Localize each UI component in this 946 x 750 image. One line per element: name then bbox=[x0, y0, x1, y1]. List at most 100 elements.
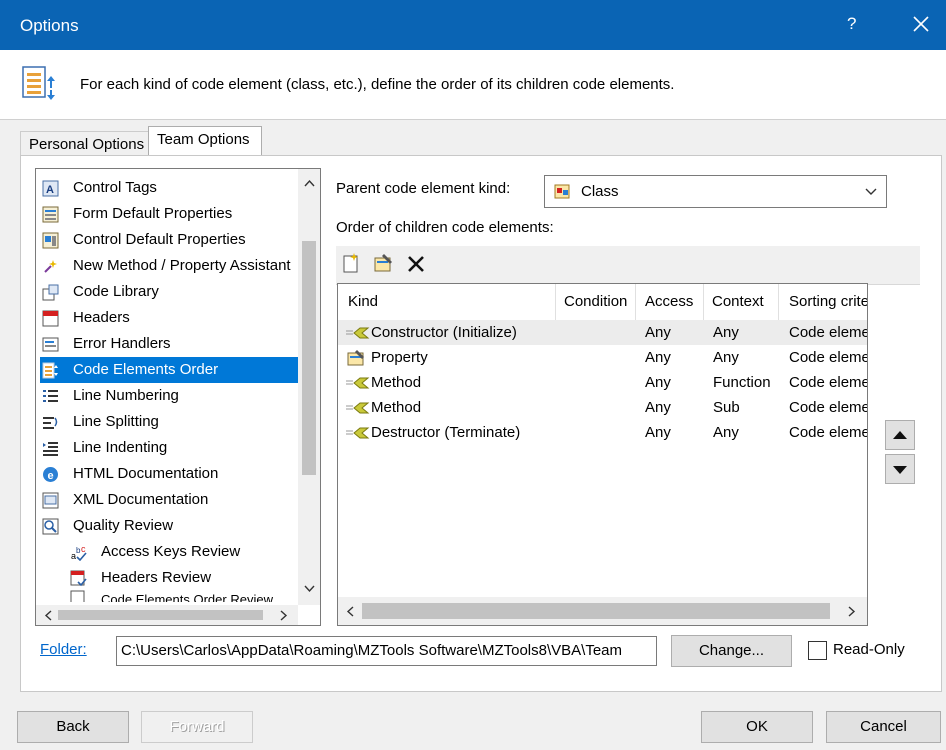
chevron-left-icon[interactable] bbox=[346, 606, 354, 617]
error-handlers-icon bbox=[42, 337, 59, 352]
tree-item-line-indenting[interactable]: Line Indenting bbox=[40, 435, 302, 461]
parent-kind-label: Parent code element kind: bbox=[336, 180, 511, 197]
back-button[interactable]: Back bbox=[17, 711, 129, 743]
new-item-icon[interactable] bbox=[340, 252, 362, 274]
assistant-icon bbox=[44, 260, 57, 273]
tree-item-line-numbering[interactable]: Line Numbering bbox=[40, 383, 302, 409]
tree-item-headers[interactable]: Headers bbox=[40, 305, 302, 331]
tree-item-new-method-assistant[interactable]: New Method / Property Assistant bbox=[40, 253, 302, 279]
column-header-kind[interactable]: Kind bbox=[348, 284, 556, 320]
tree-item-control-tags[interactable]: A Control Tags bbox=[40, 175, 302, 201]
triangle-up-icon bbox=[893, 431, 907, 439]
dialog-header: For each kind of code element (class, et… bbox=[0, 50, 946, 120]
move-up-button[interactable] bbox=[885, 420, 915, 450]
tree-item-form-default-properties[interactable]: Form Default Properties bbox=[40, 201, 302, 227]
order-review-icon bbox=[70, 590, 85, 602]
window-title: Options bbox=[20, 16, 79, 35]
tab-team-options[interactable]: Team Options bbox=[148, 126, 262, 155]
tree-item-html-documentation[interactable]: e HTML Documentation bbox=[40, 461, 302, 487]
method-icon bbox=[346, 377, 370, 389]
tree-item-label: Quality Review bbox=[73, 517, 174, 534]
tab-personal-options[interactable]: Personal Options bbox=[20, 131, 154, 156]
cell-context: Any bbox=[713, 424, 739, 441]
delete-icon[interactable] bbox=[406, 254, 426, 274]
tree-item-code-elements-order-review[interactable]: Code Elements Order Review bbox=[40, 588, 302, 602]
chevron-down-icon[interactable] bbox=[865, 188, 877, 196]
code-library-icon bbox=[42, 284, 59, 301]
chevron-right-icon[interactable] bbox=[848, 606, 856, 617]
tree-vertical-scrollbar[interactable] bbox=[298, 169, 320, 605]
method-icon bbox=[346, 427, 370, 439]
grid-row[interactable]: Constructor (Initialize) Any Any Code el… bbox=[338, 320, 867, 345]
column-header-sorting[interactable]: Sorting crite bbox=[789, 284, 867, 320]
grid-row[interactable]: Destructor (Terminate) Any Any Code elem… bbox=[338, 420, 867, 445]
property-icon bbox=[347, 350, 364, 366]
document-order-icon bbox=[22, 66, 55, 100]
control-properties-icon bbox=[42, 232, 59, 249]
cell-kind: Method bbox=[371, 399, 422, 416]
folder-path-field[interactable]: C:\Users\Carlos\AppData\Roaming\MZTools … bbox=[116, 636, 657, 666]
tree-scroll-thumb[interactable] bbox=[302, 241, 316, 475]
cell-context: Any bbox=[713, 349, 739, 366]
cell-kind: Property bbox=[371, 349, 428, 366]
tree-item-label: Control Default Properties bbox=[73, 231, 246, 248]
grid-row[interactable]: Method Any Function Code eleme bbox=[338, 370, 867, 395]
read-only-label: Read-Only bbox=[833, 641, 905, 658]
dialog-description: For each kind of code element (class, et… bbox=[80, 76, 675, 93]
cell-sorting: Code eleme bbox=[789, 374, 867, 391]
cell-access: Any bbox=[645, 399, 671, 416]
properties-icon[interactable] bbox=[372, 252, 394, 274]
chevron-left-icon[interactable] bbox=[44, 610, 52, 621]
ok-button[interactable]: OK bbox=[701, 711, 813, 743]
tree-item-error-handlers[interactable]: Error Handlers bbox=[40, 331, 302, 357]
column-header-condition[interactable]: Condition bbox=[564, 284, 636, 320]
folder-link[interactable]: Folder: bbox=[40, 641, 87, 658]
grid-row[interactable]: Method Any Sub Code eleme bbox=[338, 395, 867, 420]
parent-kind-value: Class bbox=[581, 183, 619, 200]
cell-sorting: Code eleme bbox=[789, 324, 867, 341]
forward-button[interactable]: Forward bbox=[141, 711, 253, 743]
line-indenting-icon bbox=[43, 442, 58, 456]
tree-item-label: Headers bbox=[73, 309, 130, 326]
chevron-up-icon[interactable] bbox=[304, 179, 315, 187]
read-only-checkbox[interactable] bbox=[808, 641, 827, 660]
tree-hscroll-thumb[interactable] bbox=[58, 610, 263, 620]
line-splitting-icon bbox=[43, 417, 58, 429]
grid-row[interactable]: Property Any Any Code eleme bbox=[338, 345, 867, 370]
column-header-context[interactable]: Context bbox=[712, 284, 779, 320]
tree-item-code-elements-order[interactable]: Code Elements Order bbox=[40, 357, 302, 383]
tree-item-label: Line Numbering bbox=[73, 387, 179, 404]
parent-kind-select[interactable]: Class bbox=[544, 175, 887, 208]
svg-text:c: c bbox=[81, 544, 86, 554]
help-button[interactable]: ? bbox=[847, 14, 856, 34]
tree-item-label: Line Indenting bbox=[73, 439, 168, 456]
column-header-access[interactable]: Access bbox=[645, 284, 704, 320]
tree-item-xml-documentation[interactable]: XML Documentation bbox=[40, 487, 302, 513]
options-tree[interactable]: A Control Tags Form Default Properties C… bbox=[35, 168, 321, 626]
tree-horizontal-scrollbar[interactable] bbox=[36, 605, 298, 625]
cancel-button[interactable]: Cancel bbox=[826, 711, 941, 743]
chevron-right-icon[interactable] bbox=[280, 610, 288, 621]
quality-review-icon bbox=[42, 518, 59, 535]
cell-access: Any bbox=[645, 349, 671, 366]
tree-item-code-library[interactable]: Code Library bbox=[40, 279, 302, 305]
tree-item-line-splitting[interactable]: Line Splitting bbox=[40, 409, 302, 435]
options-dialog: Options ? For each kind of code element … bbox=[0, 0, 946, 750]
children-order-grid[interactable]: Kind Condition Access Context Sorting cr… bbox=[337, 283, 868, 626]
grid-horizontal-scrollbar[interactable] bbox=[338, 597, 867, 625]
tree-item-access-keys-review[interactable]: abc Access Keys Review bbox=[40, 539, 302, 565]
tree-item-quality-review[interactable]: Quality Review bbox=[40, 513, 302, 539]
chevron-down-icon[interactable] bbox=[304, 585, 315, 593]
grid-hscroll-thumb[interactable] bbox=[362, 603, 830, 619]
tree-item-control-default-properties[interactable]: Control Default Properties bbox=[40, 227, 302, 253]
control-tags-icon: A bbox=[42, 180, 59, 197]
tree-item-label: Control Tags bbox=[73, 179, 157, 196]
html-doc-icon: e bbox=[43, 467, 58, 482]
close-icon[interactable] bbox=[908, 10, 934, 38]
tree-item-label: Line Splitting bbox=[73, 413, 159, 430]
xml-doc-icon bbox=[42, 492, 59, 509]
move-down-button[interactable] bbox=[885, 454, 915, 484]
change-folder-button[interactable]: Change... bbox=[671, 635, 792, 667]
headers-review-icon bbox=[70, 570, 87, 587]
tree-item-label: Form Default Properties bbox=[73, 205, 233, 222]
